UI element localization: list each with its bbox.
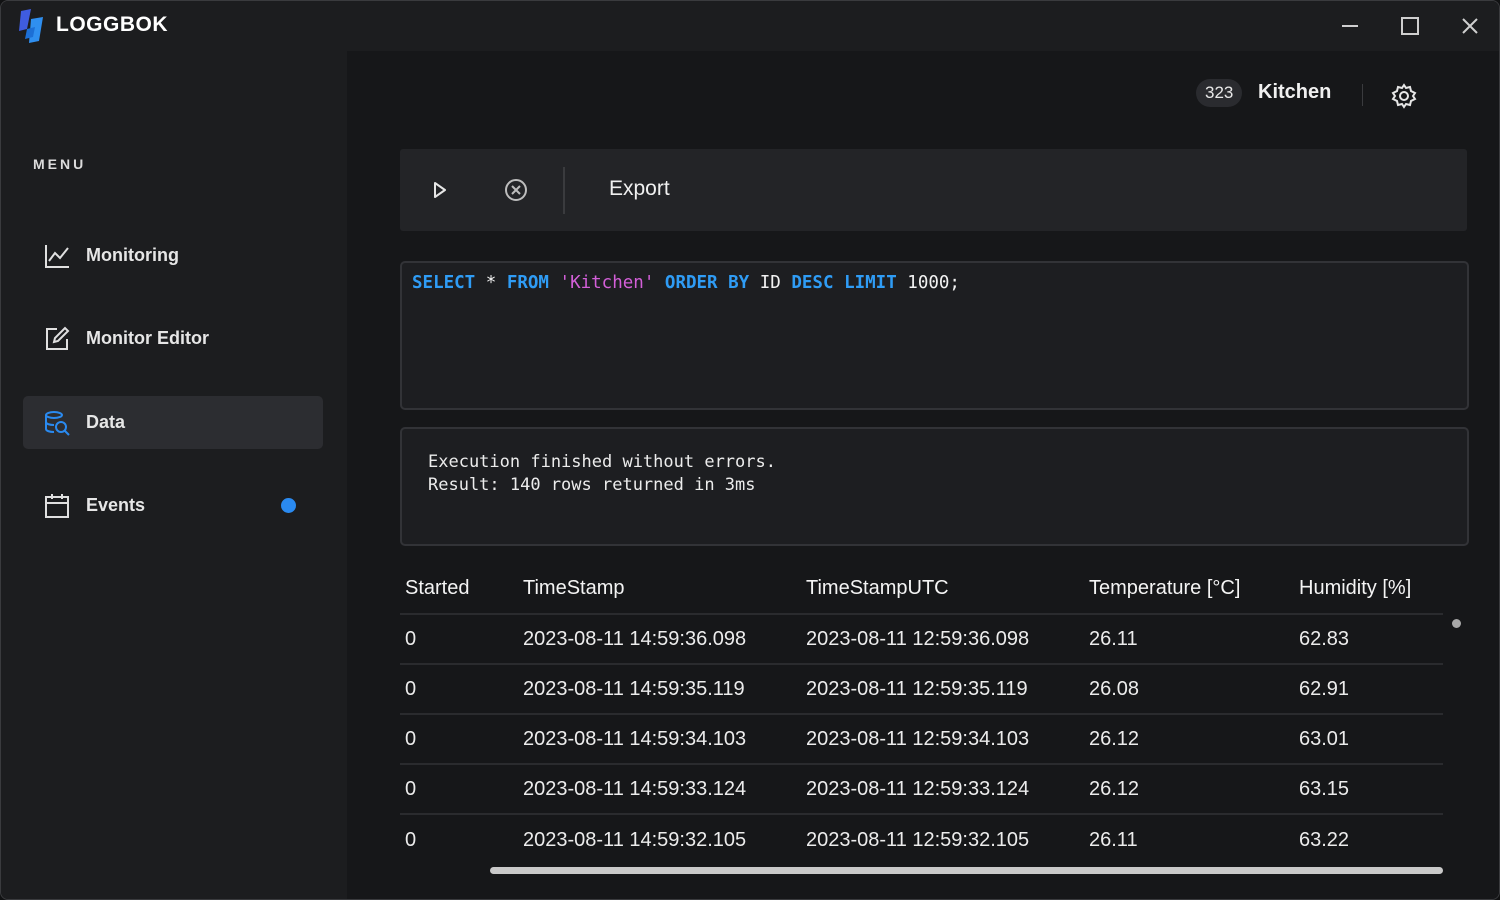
- table-cell: 2023-08-11 12:59:32.105: [806, 828, 1030, 851]
- table-cell: 2023-08-11 14:59:36.098: [523, 627, 747, 650]
- sidebar-item-data[interactable]: Data: [23, 396, 323, 449]
- title-bar: LOGGBOK: [1, 1, 1499, 51]
- results-table[interactable]: Started TimeStamp TimeStampUTC Temperatu…: [400, 563, 1443, 865]
- toolbar-divider: [563, 167, 565, 214]
- gear-icon[interactable]: [1390, 82, 1418, 110]
- run-query-button[interactable]: [425, 175, 455, 205]
- table-cell: 2023-08-11 14:59:33.124: [523, 777, 747, 800]
- sql-token: ID: [749, 273, 792, 293]
- sidebar-item-label: Monitor Editor: [86, 328, 209, 348]
- table-cell: 2023-08-11 14:59:35.119: [523, 677, 745, 700]
- database-search-icon: [45, 411, 70, 436]
- sidebar-item-events[interactable]: Events: [23, 479, 323, 532]
- sql-token: 'Kitchen': [559, 273, 655, 293]
- maximize-button[interactable]: [1380, 1, 1440, 51]
- table-cell: 2023-08-11 12:59:33.124: [806, 777, 1030, 800]
- horizontal-scrollbar[interactable]: [490, 867, 1443, 874]
- sidebar: MENU Monitoring Monitor Editor Data Even…: [1, 51, 347, 899]
- close-button[interactable]: [1440, 1, 1499, 51]
- close-icon: [1462, 18, 1478, 34]
- sql-query-text[interactable]: SELECT * FROM 'Kitchen' ORDER BY ID DESC…: [412, 273, 960, 293]
- minimize-icon: [1342, 25, 1358, 27]
- app-title: LOGGBOK: [56, 13, 168, 36]
- count-badge: 323: [1196, 79, 1243, 107]
- table-cell: 26.12: [1089, 777, 1140, 800]
- sql-token: *: [475, 273, 507, 293]
- header-divider: [1362, 84, 1363, 106]
- table-cell: 0: [405, 777, 417, 800]
- column-header-started[interactable]: Started: [405, 563, 469, 613]
- sql-token: FROM: [506, 273, 549, 293]
- sidebar-item-label: Data: [86, 412, 126, 432]
- sql-token: ORDER BY: [664, 273, 750, 293]
- table-cell: 2023-08-11 12:59:35.119: [806, 677, 1028, 700]
- table-cell: 2023-08-11 14:59:32.105: [523, 828, 747, 851]
- query-toolbar: Export: [400, 149, 1467, 231]
- vertical-scrollbar[interactable]: [1452, 619, 1461, 628]
- sidebar-item-monitor-editor[interactable]: Monitor Editor: [23, 312, 323, 365]
- table-row[interactable]: 0 2023-08-11 14:59:33.124 2023-08-11 12:…: [400, 765, 1443, 815]
- maximize-icon: [1401, 17, 1419, 35]
- column-header-humidity[interactable]: Humidity [%]: [1299, 563, 1411, 613]
- sidebar-item-label: Events: [86, 495, 146, 515]
- sidebar-item-label: Monitoring: [86, 245, 179, 265]
- play-icon: [434, 182, 446, 198]
- sql-token: LIMIT: [844, 273, 897, 293]
- table-cell: 26.11: [1089, 828, 1138, 851]
- sidebar-item-monitoring[interactable]: Monitoring: [23, 229, 323, 282]
- sql-token: SELECT: [412, 273, 476, 293]
- sql-editor[interactable]: SELECT * FROM 'Kitchen' ORDER BY ID DESC…: [400, 261, 1469, 410]
- table-row[interactable]: 0 2023-08-11 14:59:35.119 2023-08-11 12:…: [400, 665, 1443, 715]
- main-content: 323 Kitchen Export SELECT * FROM 'Kitche…: [347, 51, 1499, 899]
- notification-dot: [281, 498, 296, 513]
- sql-token: 1000;: [896, 273, 960, 293]
- table-cell: 2023-08-11 12:59:36.098: [806, 627, 1030, 650]
- table-header: Started TimeStamp TimeStampUTC Temperatu…: [400, 563, 1443, 615]
- cancel-circle-icon: [505, 179, 527, 201]
- sql-token: DESC: [791, 273, 834, 293]
- output-result: Result: 140 rows returned in 3ms: [428, 475, 756, 495]
- table-cell: 26.12: [1089, 727, 1140, 750]
- table-cell: 0: [405, 627, 417, 650]
- column-header-timestamp[interactable]: TimeStamp: [523, 563, 625, 613]
- table-cell: 2023-08-11 12:59:34.103: [806, 727, 1030, 750]
- output-status: Execution finished without errors.: [428, 452, 776, 472]
- location-name[interactable]: Kitchen: [1258, 81, 1331, 104]
- table-cell: 2023-08-11 14:59:34.103: [523, 727, 747, 750]
- minimize-button[interactable]: [1320, 1, 1380, 51]
- table-cell: 0: [405, 727, 417, 750]
- table-cell: 63.01: [1299, 727, 1350, 750]
- table-cell: 62.91: [1299, 677, 1350, 700]
- table-row[interactable]: 0 2023-08-11 14:59:36.098 2023-08-11 12:…: [400, 615, 1443, 665]
- edit-icon: [46, 326, 70, 350]
- cancel-query-button[interactable]: [500, 175, 532, 205]
- table-cell: 26.08: [1089, 677, 1140, 700]
- table-cell: 62.83: [1299, 627, 1350, 650]
- column-header-temperature[interactable]: Temperature [°C]: [1089, 563, 1240, 613]
- table-row[interactable]: 0 2023-08-11 14:59:32.105 2023-08-11 12:…: [400, 815, 1443, 865]
- table-row[interactable]: 0 2023-08-11 14:59:34.103 2023-08-11 12:…: [400, 715, 1443, 765]
- table-cell: 26.11: [1089, 627, 1138, 650]
- column-header-timestamputc[interactable]: TimeStampUTC: [806, 563, 949, 613]
- menu-title: MENU: [33, 156, 87, 172]
- execution-output: Execution finished without errors. Resul…: [400, 427, 1469, 546]
- calendar-icon: [45, 494, 69, 518]
- app-window: LOGGBOK MENU Monitoring Monitor Editor D…: [0, 0, 1500, 900]
- line-chart-icon: [45, 245, 69, 268]
- table-cell: 63.22: [1299, 828, 1350, 851]
- table-cell: 0: [405, 677, 417, 700]
- table-cell: 63.15: [1299, 777, 1350, 800]
- export-button[interactable]: Export: [609, 177, 670, 201]
- loggbok-logo-icon: [19, 9, 43, 43]
- table-cell: 0: [405, 828, 417, 851]
